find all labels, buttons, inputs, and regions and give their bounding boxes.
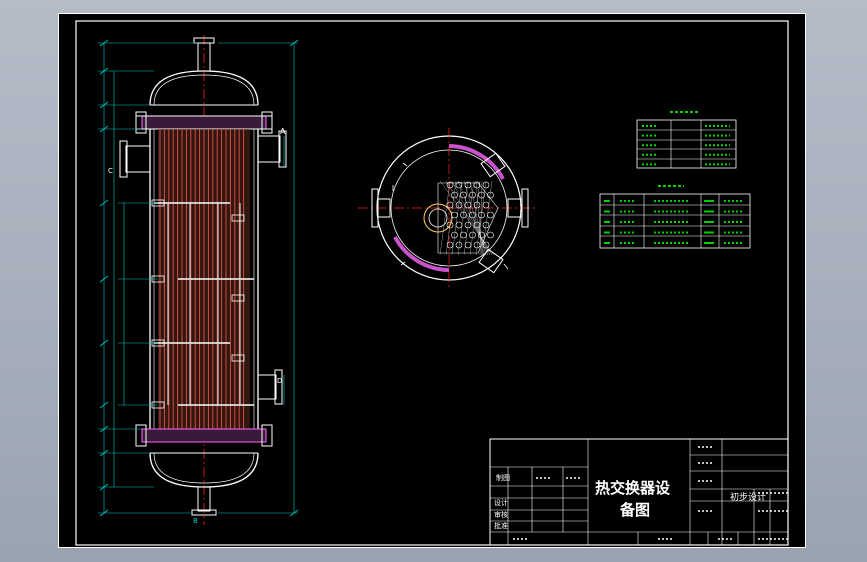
section-tube-grid xyxy=(439,180,495,256)
drawing-canvas: A C D B 制图 设计 审核 批准 热交换器设 备图 初步设计 xyxy=(58,13,806,548)
table-cell-entries xyxy=(604,125,744,244)
nozzle-label-B: B xyxy=(193,517,198,525)
section-tube xyxy=(482,181,490,189)
nozzle-label-C: C xyxy=(108,167,113,175)
section-tube xyxy=(446,241,454,249)
tb-label-check: 审核 xyxy=(494,510,508,519)
section-grid-line xyxy=(439,180,451,256)
tb-label-approve: 批准 xyxy=(494,521,508,530)
section-grid-line xyxy=(439,180,495,256)
exchanger-cross-section xyxy=(358,128,538,288)
design-stage: 初步设计 xyxy=(730,491,766,503)
section-tube xyxy=(487,211,494,219)
cad-viewport: A C D B 制图 设计 审核 批准 热交换器设 备图 初步设计 xyxy=(0,0,867,562)
section-tube xyxy=(460,191,467,199)
nozzle-label-A: A xyxy=(280,127,286,136)
drawing-title-line1: 热交换器设 xyxy=(595,479,670,497)
nozzle-label-D: D xyxy=(277,377,282,385)
bottom-tubesheet xyxy=(141,428,267,443)
section-lug-bottom xyxy=(478,248,504,274)
section-tube xyxy=(460,231,467,239)
title-block: 制图 设计 审核 批准 热交换器设 备图 初步设计 xyxy=(489,438,789,546)
nozzle-schedule-table xyxy=(599,185,751,249)
nozzle-A xyxy=(257,135,281,163)
exchanger-elevation: A C D B xyxy=(98,35,299,525)
section-tube xyxy=(464,201,472,209)
drawing-sheet: A C D B 制图 设计 审核 批准 热交换器设 备图 初步设计 xyxy=(58,13,806,548)
top-tubesheet xyxy=(141,115,267,130)
section-tube xyxy=(455,221,463,229)
section-tube xyxy=(487,231,494,239)
drawing-title-line2: 备图 xyxy=(619,501,650,519)
section-tube xyxy=(446,201,454,209)
tb-label-draw: 制图 xyxy=(496,473,510,482)
tb-label-design: 设计 xyxy=(494,498,508,507)
section-tube xyxy=(482,201,490,209)
nozzle-C xyxy=(125,145,151,173)
design-spec-table xyxy=(636,111,737,169)
section-tube xyxy=(464,241,472,249)
nozzle-D xyxy=(257,374,277,400)
